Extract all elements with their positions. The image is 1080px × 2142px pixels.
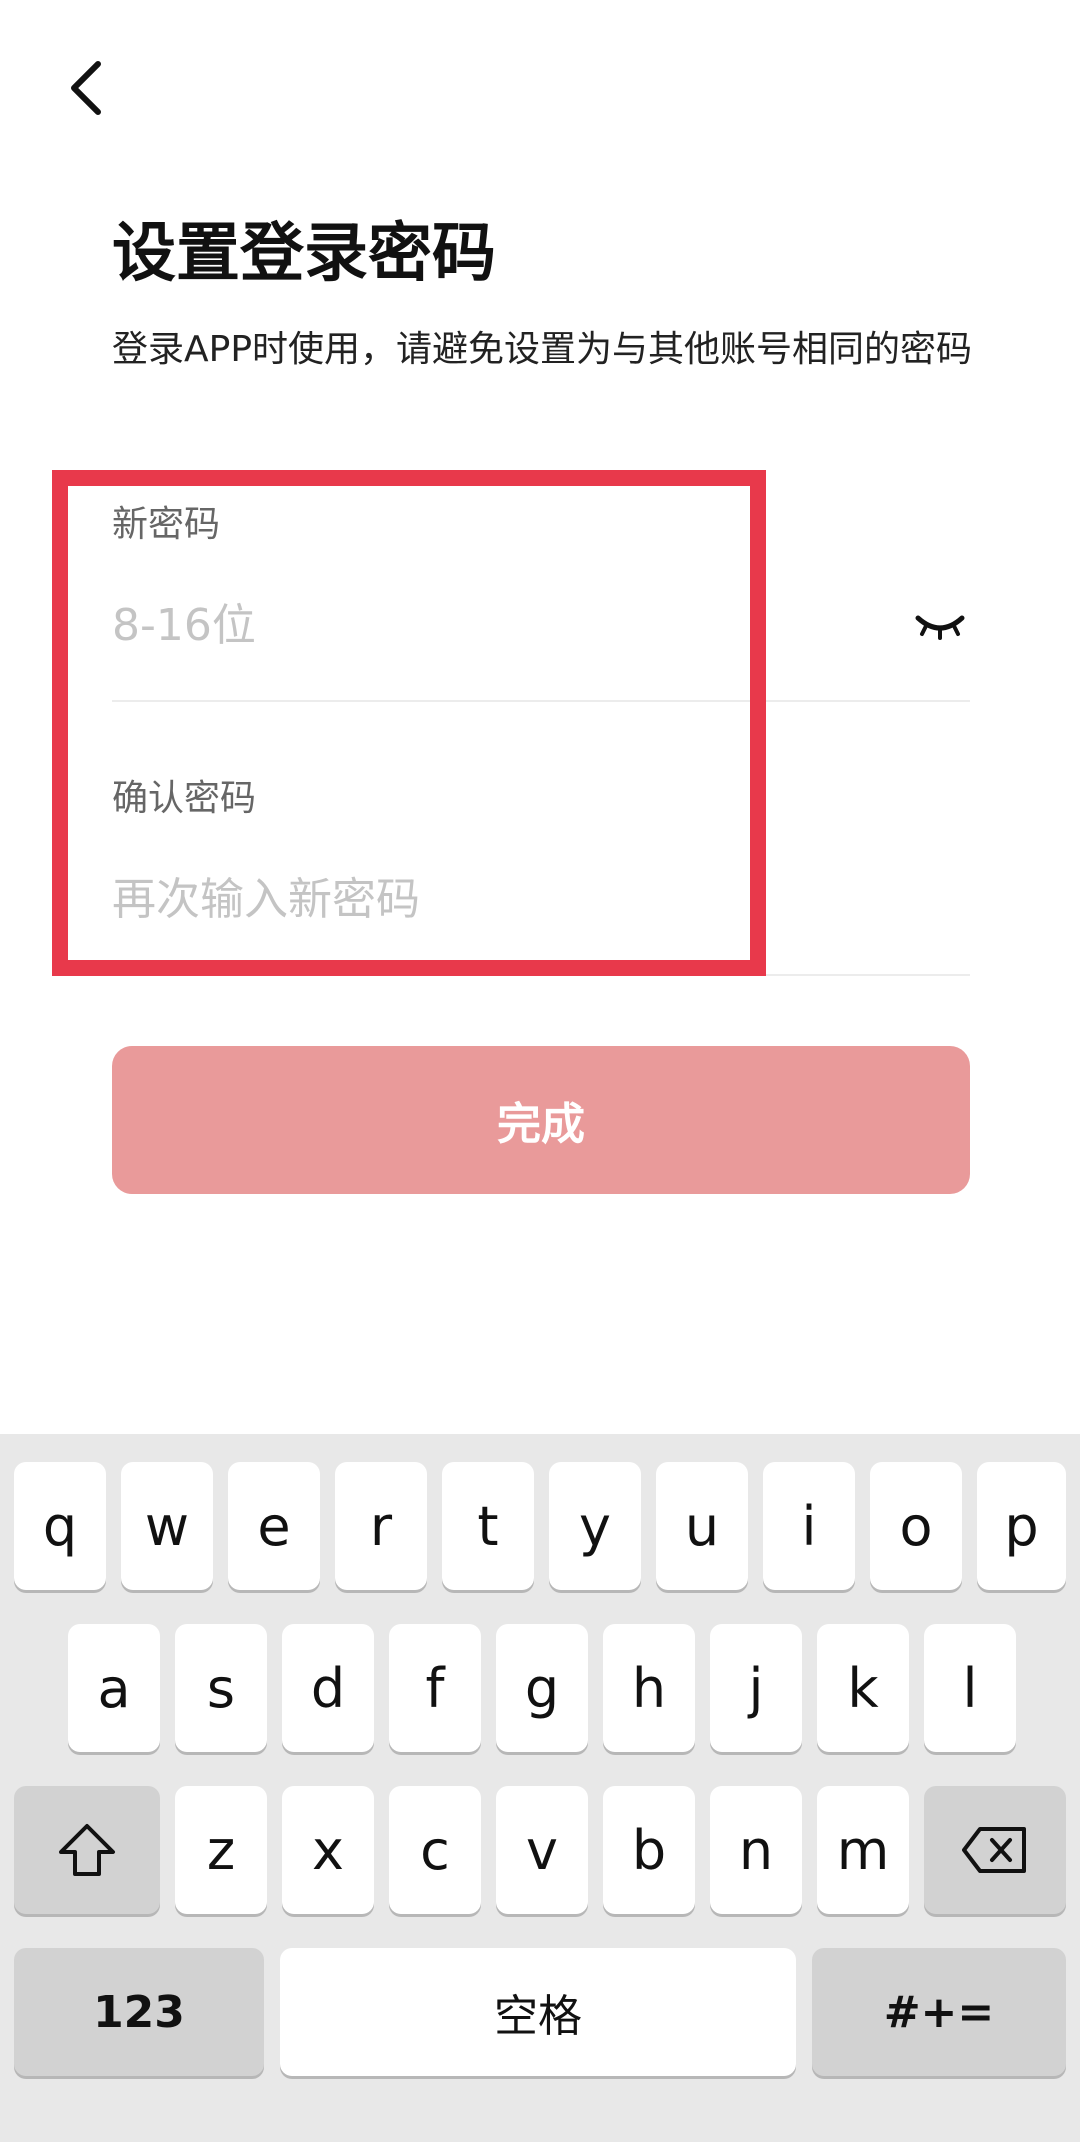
key-c[interactable]: c	[389, 1786, 481, 1914]
key-o[interactable]: o	[870, 1462, 962, 1590]
delete-key[interactable]	[924, 1786, 1066, 1914]
done-button[interactable]: 完成	[112, 1046, 970, 1194]
key-p[interactable]: p	[977, 1462, 1066, 1590]
key-v[interactable]: v	[496, 1786, 588, 1914]
password-visibility-toggle[interactable]	[910, 604, 970, 648]
confirm-password-input[interactable]	[112, 870, 872, 930]
key-x[interactable]: x	[282, 1786, 374, 1914]
key-e[interactable]: e	[228, 1462, 320, 1590]
shift-key[interactable]	[14, 1786, 160, 1914]
numbers-key[interactable]: 123	[14, 1948, 264, 2076]
shift-arrow-icon	[59, 1824, 115, 1876]
key-r[interactable]: r	[335, 1462, 427, 1590]
key-m[interactable]: m	[817, 1786, 909, 1914]
key-y[interactable]: y	[549, 1462, 641, 1590]
space-key[interactable]: 空格	[280, 1948, 796, 2076]
key-t[interactable]: t	[442, 1462, 534, 1590]
keyboard: q w e r t y u i o p a s d f g h j k l z …	[0, 1434, 1080, 2142]
key-d[interactable]: d	[282, 1624, 374, 1752]
confirm-password-label: 确认密码	[112, 778, 257, 819]
key-k[interactable]: k	[817, 1624, 909, 1752]
key-q[interactable]: q	[14, 1462, 106, 1590]
new-password-field: 新密码	[112, 500, 970, 704]
key-h[interactable]: h	[603, 1624, 695, 1752]
key-j[interactable]: j	[710, 1624, 802, 1752]
confirm-password-field: 确认密码	[112, 774, 970, 978]
confirm-password-divider	[112, 974, 970, 976]
key-a[interactable]: a	[68, 1624, 160, 1752]
set-password-screen: 设置登录密码 登录APP时使用，请避免设置为与其他账号相同的密码 新密码 确认密…	[0, 0, 1080, 2142]
new-password-label: 新密码	[112, 504, 221, 545]
key-g[interactable]: g	[496, 1624, 588, 1752]
page-subtitle: 登录APP时使用，请避免设置为与其他账号相同的密码	[112, 329, 973, 370]
new-password-divider	[112, 700, 970, 702]
new-password-input[interactable]	[112, 596, 872, 656]
back-button[interactable]	[56, 52, 116, 124]
key-n[interactable]: n	[710, 1786, 802, 1914]
key-f[interactable]: f	[389, 1624, 481, 1752]
key-w[interactable]: w	[121, 1462, 213, 1590]
chevron-left-icon	[71, 61, 101, 115]
key-z[interactable]: z	[175, 1786, 267, 1914]
key-l[interactable]: l	[924, 1624, 1016, 1752]
key-i[interactable]: i	[763, 1462, 855, 1590]
key-b[interactable]: b	[603, 1786, 695, 1914]
symbols-key[interactable]: #+=	[812, 1948, 1066, 2076]
page-title: 设置登录密码	[112, 217, 496, 291]
key-u[interactable]: u	[656, 1462, 748, 1590]
backspace-icon	[962, 1827, 1026, 1873]
key-s[interactable]: s	[175, 1624, 267, 1752]
eye-closed-icon	[915, 615, 965, 640]
